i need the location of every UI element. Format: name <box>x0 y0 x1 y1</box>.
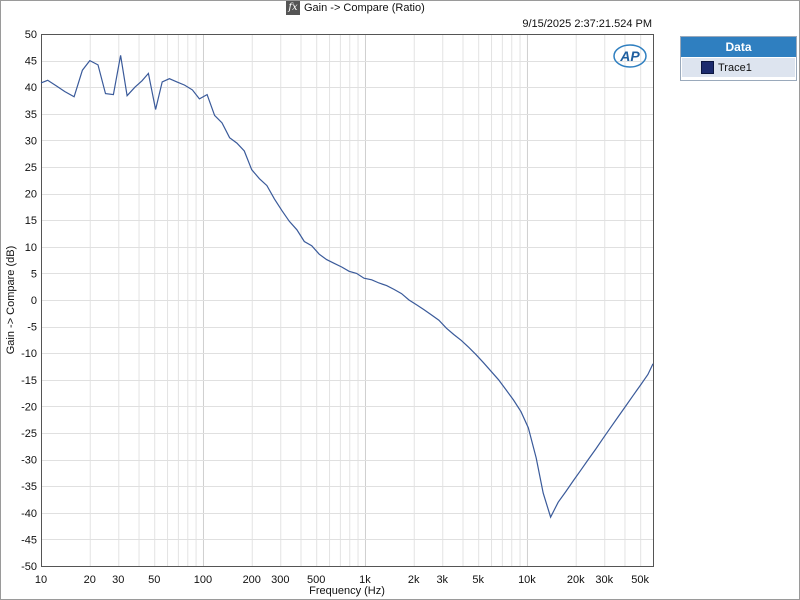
x-tick-label: 20k <box>567 574 585 586</box>
x-tick-label: 5k <box>472 574 484 586</box>
y-tick-label: 35 <box>25 109 37 121</box>
trace1-line <box>40 55 654 519</box>
x-tick-label: 10k <box>518 574 536 586</box>
x-tick-label: 2k <box>408 574 420 586</box>
x-tick-label: 3k <box>436 574 448 586</box>
x-tick-label: 50k <box>631 574 649 586</box>
y-tick-label: -10 <box>21 348 37 360</box>
y-tick-label: -50 <box>21 561 37 573</box>
y-tick-label: -35 <box>21 481 37 493</box>
y-tick-label: -30 <box>21 455 37 467</box>
legend-item-trace1[interactable]: Trace1 <box>682 58 795 77</box>
legend-header: Data <box>681 37 796 57</box>
y-tick-label: 10 <box>25 242 37 254</box>
legend-panel: Data Trace1 <box>680 36 797 81</box>
y-axis-ticks: 50454035302520151050-5-10-15-20-25-30-35… <box>21 29 37 573</box>
x-tick-label: 100 <box>194 574 212 586</box>
x-tick-label: 10 <box>35 574 47 586</box>
chart-canvas: 10 20 30 50 100 200 300 500 1k 2k 3k 5k 10k 20k 30k 50k… <box>5 29 654 597</box>
y-tick-label: -5 <box>27 322 37 334</box>
y-tick-label: 45 <box>25 56 37 68</box>
trace1-swatch <box>701 61 714 74</box>
y-tick-label: -25 <box>21 428 37 440</box>
y-tick-label: -15 <box>21 375 37 387</box>
y-tick-label: 40 <box>25 82 37 94</box>
x-tick-label: 30 <box>112 574 124 586</box>
x-tick-label: 30k <box>595 574 613 586</box>
svg-text:AP: AP <box>619 48 640 64</box>
y-tick-label: 0 <box>31 295 37 307</box>
y-tick-label: 20 <box>25 189 37 201</box>
legend-item-label: Trace1 <box>718 61 752 74</box>
x-tick-label: 50 <box>148 574 160 586</box>
y-tick-label: 5 <box>31 268 37 280</box>
ap-logo: AP <box>612 42 648 70</box>
y-tick-label: -45 <box>21 534 37 546</box>
y-tick-label: 15 <box>25 215 37 227</box>
x-tick-label: 300 <box>271 574 289 586</box>
x-tick-label: 200 <box>243 574 261 586</box>
x-axis-label: Frequency (Hz) <box>309 585 385 597</box>
y-tick-label: 25 <box>25 162 37 174</box>
y-tick-label: -40 <box>21 508 37 520</box>
y-tick-label: -20 <box>21 401 37 413</box>
y-axis-label: Gain -> Compare (dB) <box>5 246 17 355</box>
grid <box>41 34 654 567</box>
y-tick-label: 50 <box>25 29 37 41</box>
y-tick-label: 30 <box>25 135 37 147</box>
x-tick-label: 20 <box>84 574 96 586</box>
